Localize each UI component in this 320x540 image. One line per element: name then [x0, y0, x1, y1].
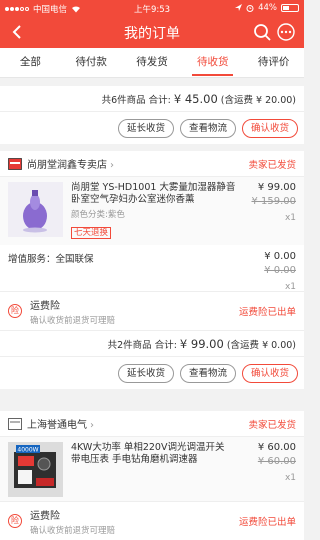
order-card: 尚朋堂润鑫专卖店 › 卖家已发货 尚朋堂 YS-HD1001 大雾量加湿器静音卧室…: [0, 151, 304, 389]
view-logistics-button[interactable]: 查看物流: [179, 118, 236, 138]
store-icon: [8, 417, 22, 430]
store-icon: [8, 157, 22, 170]
product-original-price: ¥ 60.00: [257, 456, 296, 467]
product-price: ¥ 99.00: [257, 182, 296, 193]
more-icon[interactable]: [276, 22, 296, 42]
insurance-title: 运费险: [30, 510, 60, 522]
location-icon: [235, 4, 243, 11]
insurance-title: 运费险: [30, 300, 60, 312]
value-added-service: 增值服务：全国联保 ¥ 0.00 ¥ 0.00 x1: [0, 245, 304, 292]
tab-pending-review[interactable]: 待评价: [243, 48, 304, 77]
product-row[interactable]: 尚朋堂 YS-HD1001 大雾量加湿器静音卧室空气孕妇办公室迷你香薰 颜色分类…: [0, 177, 304, 245]
summary-shipping: (含运费 ¥ 20.00): [217, 95, 296, 106]
summary-label: 共2件商品 合计:: [107, 340, 180, 351]
service-price: ¥ 0.00: [264, 251, 296, 262]
product-attribute: 颜色分类:紫色: [71, 210, 125, 220]
status-bar: 中国电信 上午9:53 44%: [0, 0, 304, 16]
order-summary: 共2件商品 合计: ¥ 99.00 (含运费 ¥ 0.00): [0, 331, 304, 357]
shipping-insurance-row[interactable]: 险 运费险 确认收货前退货可理赔 运费险已出单: [0, 291, 304, 331]
insurance-icon: 险: [8, 304, 22, 318]
product-quantity: x1: [284, 473, 296, 483]
order-actions: 延长收货 查看物流 确认收货: [0, 357, 304, 389]
product-image: 4000W: [8, 442, 63, 497]
product-original-price: ¥ 159.00: [251, 196, 296, 207]
store-header[interactable]: 上海誉通电气 › 卖家已发货: [0, 411, 304, 437]
store-name: 上海誉通电气 ›: [27, 420, 94, 431]
service-label: 增值服务：全国联保: [8, 254, 94, 265]
order-card: 共6件商品 合计: ¥ 45.00 (含运费 ¥ 20.00) 延长收货 查看物…: [0, 86, 304, 144]
product-image: [8, 182, 63, 237]
view-logistics-button[interactable]: 查看物流: [179, 363, 236, 383]
chevron-right-icon: ›: [90, 420, 94, 431]
insurance-subtitle: 确认收货前退货可理赔: [30, 315, 116, 326]
return-policy-tag: 七天退换: [71, 227, 112, 239]
order-card: 上海誉通电气 › 卖家已发货 4000W 4KW大功率 单相220V调光调温开关 …: [0, 411, 304, 540]
tab-pending-shipment[interactable]: 待发货: [122, 48, 183, 77]
insurance-icon: 险: [8, 514, 22, 528]
summary-label: 共6件商品 合计:: [101, 95, 174, 106]
order-summary: 共6件商品 合计: ¥ 45.00 (含运费 ¥ 20.00): [0, 86, 304, 112]
order-actions: 延长收货 查看物流 确认收货: [0, 112, 304, 144]
product-row[interactable]: 4000W 4KW大功率 单相220V调光调温开关 带电压表 手电钻角磨机调速器…: [0, 437, 304, 501]
product-image-label: 4000W: [17, 447, 38, 454]
store-header[interactable]: 尚朋堂润鑫专卖店 › 卖家已发货: [0, 151, 304, 177]
chevron-right-icon: ›: [110, 160, 114, 171]
service-quantity: x1: [284, 282, 296, 292]
confirm-receipt-button[interactable]: 确认收货: [241, 363, 298, 383]
order-status: 卖家已发货: [248, 419, 296, 431]
insurance-subtitle: 确认收货前退货可理赔: [30, 525, 116, 536]
summary-shipping: (含运费 ¥ 0.00): [223, 340, 296, 351]
confirm-receipt-button[interactable]: 确认收货: [241, 118, 298, 138]
alarm-icon: [246, 5, 254, 12]
product-quantity: x1: [284, 213, 296, 223]
service-original-price: ¥ 0.00: [264, 265, 296, 276]
tab-all[interactable]: 全部: [0, 48, 61, 77]
extend-receipt-button[interactable]: 延长收货: [117, 118, 174, 138]
battery-icon: [281, 4, 299, 12]
summary-amount: ¥ 99.00: [179, 337, 224, 351]
extend-receipt-button[interactable]: 延长收货: [117, 363, 174, 383]
nav-bar: 我的订单: [0, 16, 304, 48]
insurance-status: 运费险已出单: [238, 307, 296, 318]
summary-amount: ¥ 45.00: [173, 92, 218, 106]
product-title: 4KW大功率 单相220V调光调温开关 带电压表 手电钻角磨机调速器: [71, 442, 225, 465]
order-status: 卖家已发货: [248, 159, 296, 171]
battery-percent: 44%: [258, 3, 277, 13]
store-name: 尚朋堂润鑫专卖店 ›: [27, 160, 114, 171]
search-icon[interactable]: [252, 22, 272, 42]
tab-pending-payment[interactable]: 待付款: [61, 48, 122, 77]
tab-pending-receipt[interactable]: 待收货: [182, 48, 243, 77]
order-tabs: 全部 待付款 待发货 待收货 待评价: [0, 48, 304, 78]
product-price: ¥ 60.00: [257, 442, 296, 453]
product-title: 尚朋堂 YS-HD1001 大雾量加湿器静音卧室空气孕妇办公室迷你香薰: [71, 182, 236, 205]
shipping-insurance-row[interactable]: 险 运费险 确认收货前退货可理赔 运费险已出单: [0, 501, 304, 540]
insurance-status: 运费险已出单: [238, 517, 296, 528]
